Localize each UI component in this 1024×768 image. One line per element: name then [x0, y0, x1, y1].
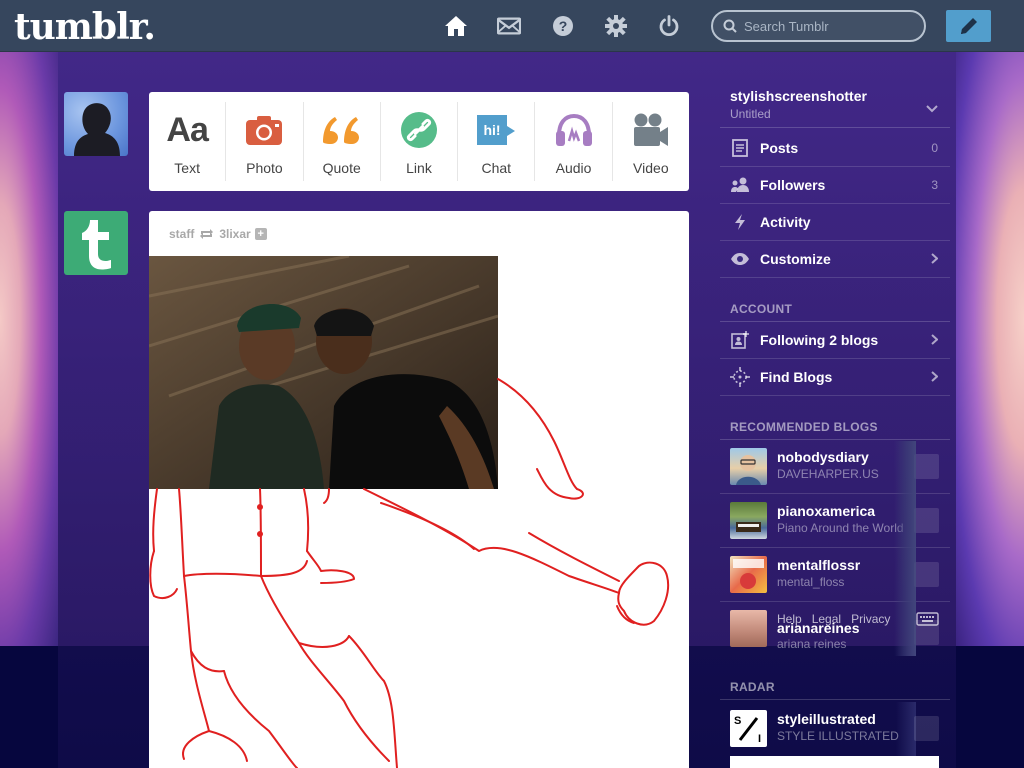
- post-type-label: Text: [174, 160, 200, 176]
- footer-link-help[interactable]: Help: [777, 612, 802, 626]
- search-input[interactable]: [744, 18, 914, 34]
- sidebar-item-label: Find Blogs: [760, 369, 833, 385]
- sidebar-item-label: Customize: [760, 251, 831, 267]
- video-camera-icon: [632, 110, 670, 150]
- scroll-overlay: [894, 441, 916, 656]
- post-type-label: Video: [633, 160, 669, 176]
- post-type-photo[interactable]: Photo: [226, 102, 304, 181]
- power-icon[interactable]: [657, 14, 681, 38]
- radar-blog[interactable]: SI styleillustrated STYLE ILLUSTRATED: [720, 702, 950, 756]
- post-type-audio[interactable]: Audio: [535, 102, 613, 181]
- posts-count: 0: [931, 141, 938, 155]
- radar-section-title: RADAR: [730, 680, 775, 694]
- blog-name: stylishscreenshotter: [730, 88, 867, 104]
- svg-text:I: I: [758, 733, 761, 745]
- blog-header[interactable]: stylishscreenshotter Untitled: [720, 86, 950, 128]
- account-section-title: ACCOUNT: [730, 302, 793, 316]
- background-image-right: [956, 52, 1024, 646]
- blog-avatar: [730, 610, 767, 647]
- post-type-label: Link: [406, 160, 432, 176]
- keyboard-icon[interactable]: [916, 612, 939, 631]
- sidebar-item-activity[interactable]: Activity: [720, 204, 950, 241]
- sidebar-item-label: Followers: [760, 177, 826, 193]
- chevron-right-icon: [931, 332, 939, 348]
- post-type-chat[interactable]: hi! Chat: [458, 102, 536, 181]
- sidebar-item-posts[interactable]: Posts 0: [720, 130, 950, 167]
- search-box[interactable]: [711, 10, 926, 42]
- radar-blog-avatar: SI: [730, 710, 767, 747]
- follow-button[interactable]: [914, 508, 939, 533]
- user-avatar[interactable]: [64, 92, 128, 156]
- post-type-video[interactable]: Video: [613, 102, 689, 181]
- svg-text:?: ?: [559, 18, 568, 34]
- camera-icon: [245, 110, 283, 150]
- dashboard-post: staff 3lixar +: [149, 211, 689, 768]
- following-icon: [730, 330, 750, 350]
- follow-button[interactable]: [914, 716, 939, 741]
- gear-icon[interactable]: [604, 14, 628, 38]
- follow-button[interactable]: [914, 562, 939, 587]
- recommended-section-title: RECOMMENDED BLOGS: [730, 420, 878, 434]
- tumblr-logo[interactable]: tumblr.: [14, 6, 156, 48]
- link-icon: [400, 110, 438, 150]
- section-divider: [720, 699, 950, 700]
- blog-name: mentalflossr: [777, 557, 861, 573]
- footer-link-legal[interactable]: Legal: [812, 612, 841, 626]
- chevron-down-icon[interactable]: [926, 100, 938, 118]
- svg-text:S: S: [734, 715, 741, 727]
- footer-links: Help Legal Privacy: [777, 612, 890, 626]
- pencil-icon: [960, 18, 977, 34]
- text-icon: Aa: [166, 110, 208, 149]
- blog-name: styleillustrated: [777, 711, 876, 727]
- compose-button[interactable]: [946, 10, 991, 42]
- followers-icon: [730, 175, 750, 195]
- home-icon[interactable]: [444, 14, 468, 38]
- post-type-bar: Aa Text Photo Quote Link hi! Chat Audio: [149, 92, 689, 191]
- sidebar-item-label: Following 2 blogs: [760, 332, 879, 348]
- help-icon[interactable]: ?: [551, 14, 575, 38]
- background-image-left: [0, 52, 58, 646]
- post-type-label: Audio: [555, 160, 592, 176]
- sidebar-item-label: Posts: [760, 140, 799, 156]
- search-icon: [723, 19, 737, 33]
- staff-avatar[interactable]: [64, 211, 128, 275]
- blog-avatar: [730, 448, 767, 485]
- sidebar-item-find-blogs[interactable]: Find Blogs: [720, 359, 950, 396]
- eye-icon: [730, 249, 750, 269]
- red-outline-drawing: [149, 378, 670, 768]
- sidebar-item-customize[interactable]: Customize: [720, 241, 950, 278]
- followers-count: 3: [931, 178, 938, 192]
- sidebar-item-following[interactable]: Following 2 blogs: [720, 322, 950, 359]
- blog-title: Untitled: [730, 107, 771, 121]
- svg-text:hi!: hi!: [484, 122, 501, 138]
- footer-link-privacy[interactable]: Privacy: [851, 612, 890, 626]
- posts-icon: [730, 138, 750, 158]
- post-type-label: Chat: [481, 160, 512, 176]
- fade-overlay: [896, 702, 916, 756]
- chevron-right-icon: [931, 369, 939, 385]
- chevron-right-icon: [931, 251, 939, 267]
- find-blogs-icon: [730, 367, 750, 387]
- post-type-quote[interactable]: Quote: [304, 102, 381, 181]
- sidebar-item-followers[interactable]: Followers 3: [720, 167, 950, 204]
- activity-icon: [730, 212, 750, 232]
- chat-icon: hi!: [475, 110, 517, 150]
- post-type-label: Quote: [322, 160, 361, 176]
- post-type-text[interactable]: Aa Text: [149, 102, 227, 181]
- mail-icon[interactable]: [497, 14, 521, 38]
- blog-avatar: [730, 502, 767, 539]
- sidebar-item-label: Activity: [760, 214, 811, 230]
- follow-button[interactable]: [914, 454, 939, 479]
- radar-post-preview[interactable]: [730, 756, 939, 768]
- blog-name: pianoxamerica: [777, 503, 876, 519]
- headphones-icon: [554, 110, 594, 150]
- top-header: tumblr. ?: [0, 0, 1024, 52]
- quote-icon: [321, 110, 363, 150]
- post-type-link[interactable]: Link: [381, 102, 459, 181]
- post-type-label: Photo: [246, 160, 283, 176]
- blog-name: nobodysdiary: [777, 449, 869, 465]
- blog-avatar: [730, 556, 767, 593]
